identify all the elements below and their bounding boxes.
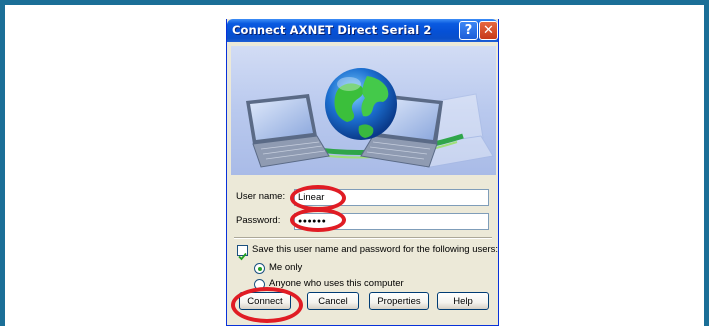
network-banner-image <box>231 46 496 175</box>
anyone-radio[interactable] <box>254 279 265 290</box>
form-divider <box>234 237 492 239</box>
help-button[interactable]: Help <box>437 292 489 310</box>
radio-selected-dot <box>257 266 262 271</box>
checkmark-icon <box>238 252 247 261</box>
anyone-label: Anyone who uses this computer <box>269 278 404 289</box>
save-password-checkbox[interactable] <box>237 245 248 261</box>
username-field[interactable]: Linear <box>294 189 489 206</box>
password-field[interactable]: ●●●●●● <box>294 213 489 230</box>
me-only-label: Me only <box>269 262 303 273</box>
me-only-radio[interactable] <box>254 263 265 274</box>
close-title-button[interactable]: ✕ <box>479 21 498 40</box>
help-title-button[interactable]: ? <box>459 21 478 40</box>
connect-button-label: Connect <box>247 295 283 307</box>
cancel-button[interactable]: Cancel <box>307 292 359 310</box>
connect-dialog: Connect AXNET Direct Serial 2 ? ✕ User n… <box>226 19 499 326</box>
cancel-button-label: Cancel <box>318 295 348 307</box>
properties-button-label: Properties <box>377 295 421 307</box>
network-illustration-icon <box>246 68 494 169</box>
dialog-title: Connect AXNET Direct Serial 2 <box>232 23 432 37</box>
close-icon: ✕ <box>483 23 494 38</box>
username-label: User name: <box>236 191 286 202</box>
password-label: Password: <box>236 215 281 226</box>
properties-button[interactable]: Properties <box>369 292 429 310</box>
username-value: Linear <box>298 192 325 203</box>
connect-button[interactable]: Connect <box>239 292 291 310</box>
dialog-titlebar: Connect AXNET Direct Serial 2 ? ✕ <box>227 19 498 42</box>
help-icon: ? <box>464 23 473 38</box>
password-value: ●●●●●● <box>298 218 327 225</box>
help-button-label: Help <box>453 295 473 307</box>
save-password-label: Save this user name and password for the… <box>252 244 499 255</box>
